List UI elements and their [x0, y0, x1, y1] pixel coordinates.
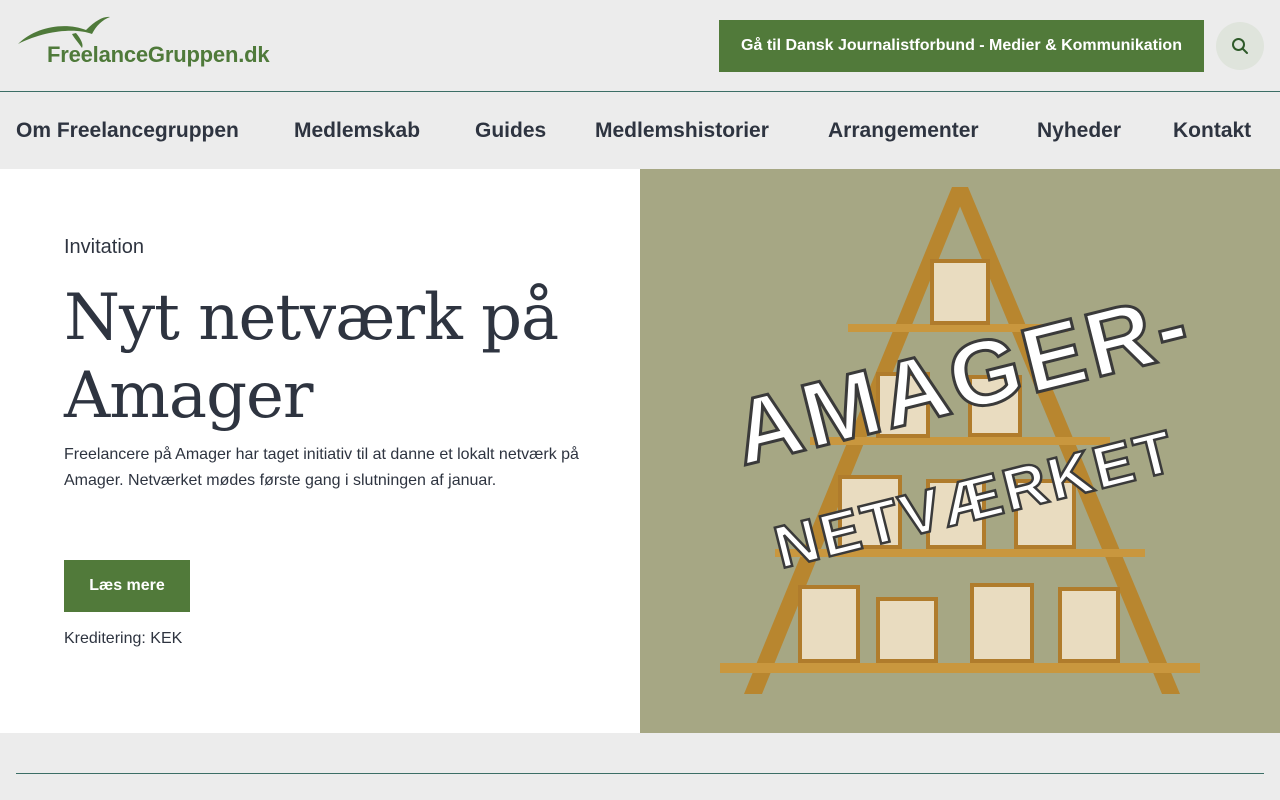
- nav-item-nyheder[interactable]: Nyheder: [1037, 119, 1121, 143]
- nav-item-medlemskab[interactable]: Medlemskab: [294, 119, 420, 143]
- nav-item-arrangementer[interactable]: Arrangementer: [828, 119, 979, 143]
- nav-item-om-freelancegruppen[interactable]: Om Freelancegruppen: [16, 119, 239, 143]
- read-more-button[interactable]: Læs mere: [64, 560, 190, 612]
- site-header: FreelanceGruppen.dk Gå til Dansk Journal…: [0, 0, 1280, 91]
- logo-wordmark: FreelanceGruppen.dk: [47, 42, 270, 67]
- hero-lead: Freelancere på Amager har taget initiati…: [64, 446, 579, 489]
- main-navigation: Om Freelancegruppen Medlemskab Guides Me…: [0, 92, 1280, 169]
- hero-title: Nyt netværk på Amager: [64, 281, 559, 433]
- nav-item-medlemshistorier[interactable]: Medlemshistorier: [595, 119, 769, 143]
- go-to-djf-button[interactable]: Gå til Dansk Journalistforbund - Medier …: [719, 20, 1204, 72]
- image-credit: Kreditering: KEK: [64, 630, 183, 647]
- hero-image[interactable]: AMAGER- NETVÆRKET: [640, 169, 1280, 733]
- amager-network-illustration: AMAGER- NETVÆRKET: [720, 187, 1203, 694]
- footer-divider: [16, 773, 1264, 774]
- hero-kicker: Invitation: [64, 236, 145, 258]
- search-icon: [1232, 38, 1248, 54]
- nav-item-guides[interactable]: Guides: [475, 119, 546, 143]
- nav-item-kontakt[interactable]: Kontakt: [1173, 119, 1251, 143]
- hero-content: Invitation Nyt netværk på Amager Freelan…: [0, 169, 640, 733]
- site-logo[interactable]: FreelanceGruppen.dk: [16, 14, 270, 70]
- search-button[interactable]: [1216, 22, 1264, 70]
